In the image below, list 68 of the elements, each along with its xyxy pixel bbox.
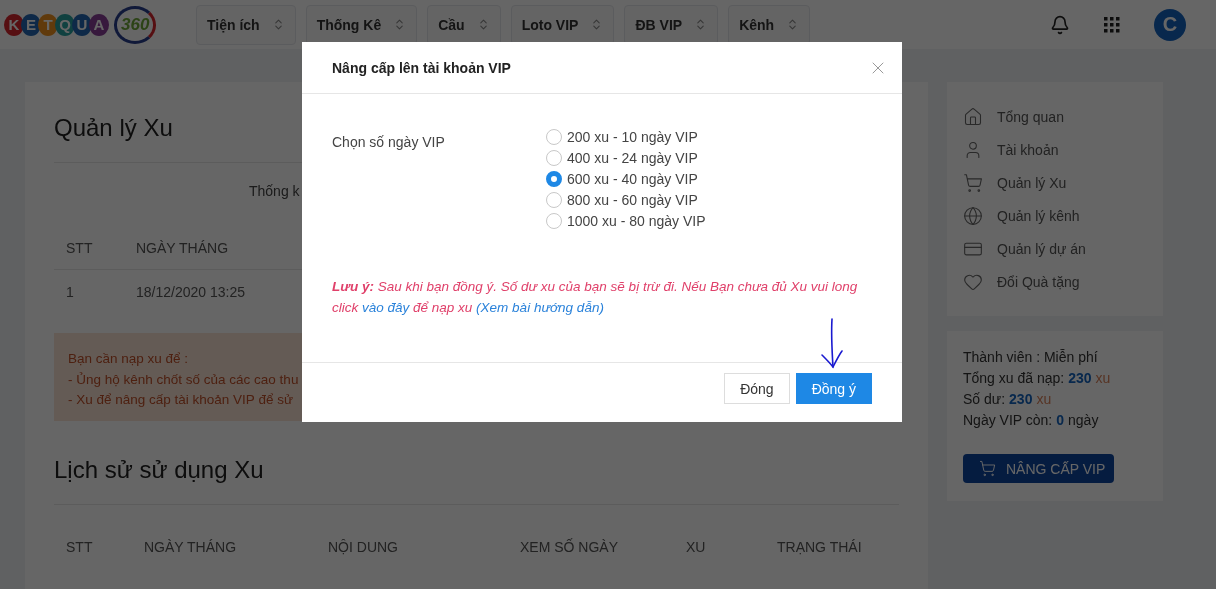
stat-label: Thành viên : Miễn phí <box>963 349 1098 367</box>
sidebar-item[interactable]: Quản lý kênh <box>963 199 1147 232</box>
stat-label: Tổng xu đã nạp: <box>963 370 1065 388</box>
nav-menu-button[interactable]: ĐB VIP <box>624 4 719 45</box>
column-header: NGÀY THÁNG <box>144 539 237 555</box>
logo-letter: A <box>89 13 109 36</box>
cart-icon <box>979 460 996 477</box>
cart-icon <box>963 172 983 193</box>
stat-unit: xu <box>1095 370 1111 388</box>
radio-button[interactable] <box>546 212 562 229</box>
upgrade-vip-button[interactable]: NÂNG CẤP VIP <box>963 454 1114 483</box>
apps-grid-icon[interactable] <box>1104 16 1120 33</box>
stat-value: 230 <box>1009 391 1033 409</box>
nav-menu-button[interactable]: Cầu <box>427 4 501 45</box>
stat-value: 230 <box>1068 370 1092 388</box>
section-title: Lịch sử sử dụng Xu <box>54 456 899 505</box>
logo-letter: T <box>38 13 58 36</box>
notification-bell-icon[interactable] <box>1050 14 1070 35</box>
alert-line: Bạn cần nạp xu để : <box>68 350 189 368</box>
logo-number: 360 <box>114 5 157 44</box>
nav-menu-button[interactable]: Kênh <box>728 4 811 45</box>
radio-button[interactable] <box>546 170 562 187</box>
globe-icon <box>963 205 983 226</box>
stat-unit: ngày <box>1068 412 1099 430</box>
stat-unit: xu <box>1036 391 1052 409</box>
sidebar-item[interactable]: Quản lý Xu <box>963 166 1147 199</box>
radio-option[interactable]: 200 xu - 10 ngày VIP <box>546 126 706 147</box>
sidebar-item[interactable]: Tổng quan <box>963 100 1147 133</box>
note-text: Lưu ý: Sau khi bạn đồng ý. Số dư xu của bạn sẽ bị trừ đi. Nếu Bạn chưa đủ Xu vui long click vào đây để nạp xu (Xem bài hướng dẫn) <box>332 278 859 317</box>
column-header: TRẠNG THÁI <box>777 539 862 555</box>
link[interactable]: (Xem bài hướng dẫn) <box>476 300 604 315</box>
radio-option[interactable]: 600 xu - 40 ngày VIP <box>546 168 706 189</box>
stat-label: Ngày VIP còn: <box>963 412 1053 430</box>
table-cell: 18/12/2020 13:25 <box>136 283 245 300</box>
link[interactable]: vào đây <box>362 300 410 315</box>
stat-value: 0 <box>1056 412 1065 430</box>
sidebar-item[interactable]: Đổi Quà tặng <box>963 265 1147 298</box>
stats-label: Thống k <box>249 183 300 199</box>
sidebar-item[interactable]: Tài khoản <box>963 133 1147 166</box>
cancel-button[interactable]: Đóng <box>724 373 790 404</box>
nav-menu-button[interactable]: Tiện ích <box>196 4 296 45</box>
radio-option[interactable]: 1000 xu - 80 ngày VIP <box>546 210 706 231</box>
column-header: NGÀY THÁNG <box>136 240 229 256</box>
user-avatar[interactable]: C <box>1154 8 1186 41</box>
radio-button[interactable] <box>546 149 562 166</box>
logo-letter: E <box>21 13 41 36</box>
alert-line: - Ủng hộ kênh chốt số của các cao thu <box>68 370 299 389</box>
radio-button[interactable] <box>546 128 562 145</box>
logo-letter: K <box>4 13 24 36</box>
field-label: Chọn số ngày VIP <box>332 133 446 152</box>
nav-menu-button[interactable]: Loto VIP <box>510 4 615 45</box>
alert-line: - Xu để nâng cấp tài khoản VIP để sử <box>68 391 293 409</box>
nav-menu-button[interactable]: Thống Kê <box>305 4 418 45</box>
logo-letter: Q <box>55 13 75 36</box>
home-icon <box>963 106 983 127</box>
column-header: STT <box>66 539 93 555</box>
column-header: STT <box>66 240 93 256</box>
stat-label: Số dư: <box>963 391 1006 409</box>
logo-letter: U <box>72 13 92 36</box>
modal-title: Nâng cấp lên tài khoản VIP <box>332 59 511 76</box>
column-header: NỘI DUNG <box>328 539 398 555</box>
column-header: XU <box>686 539 706 555</box>
radio-button[interactable] <box>546 191 562 208</box>
radio-option[interactable]: 800 xu - 60 ngày VIP <box>546 189 706 210</box>
table-cell: 1 <box>66 283 74 300</box>
sidebar-item[interactable]: Quản lý dự án <box>963 232 1147 265</box>
confirm-button[interactable]: Đồng ý <box>795 373 872 404</box>
column-header: XEM SỐ NGÀY <box>520 539 619 555</box>
